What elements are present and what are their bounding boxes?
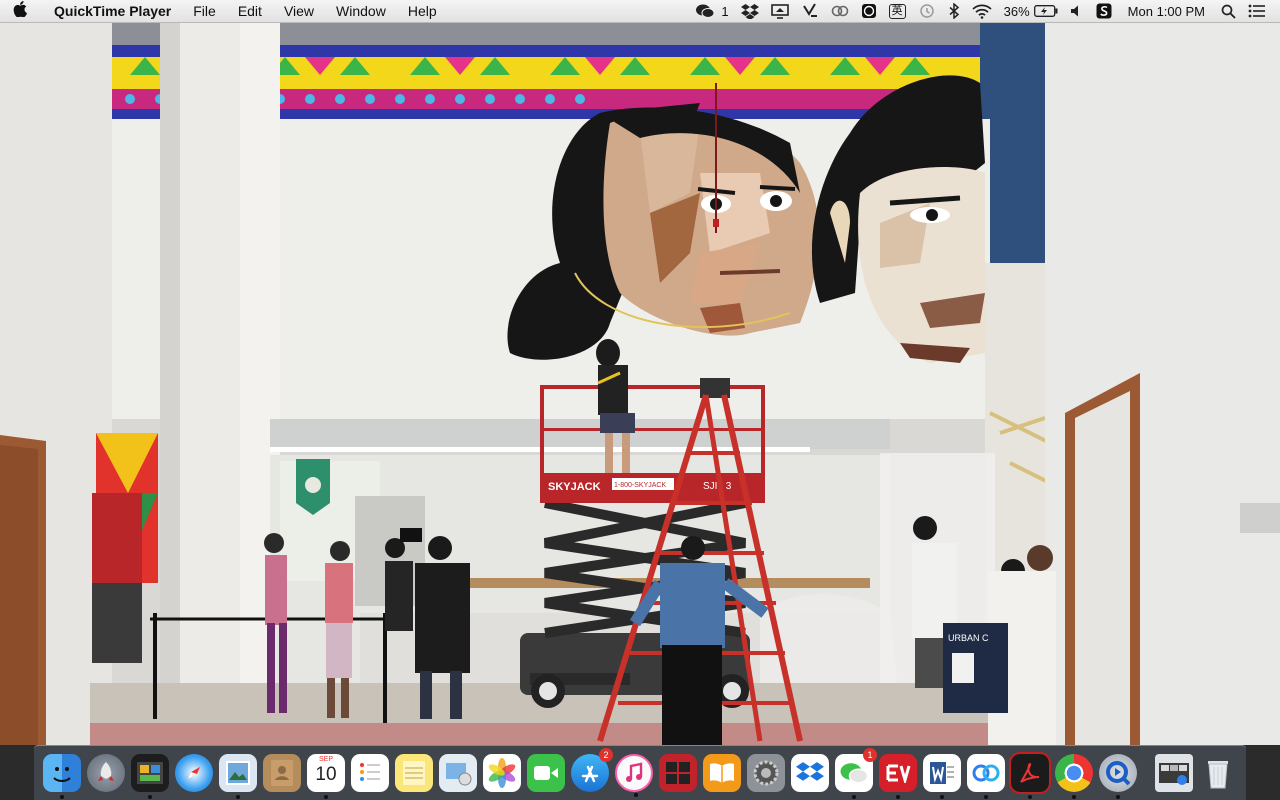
dock-expressvpn-icon[interactable] [879, 754, 917, 799]
dock-calendar-icon[interactable]: SEP 10 [307, 754, 345, 799]
calendar-day: 10 [315, 764, 337, 785]
dock-launchpad-icon[interactable] [87, 754, 125, 792]
dock-finder-icon[interactable] [43, 754, 81, 799]
wechat-running-dot [852, 795, 856, 799]
urban-sign-label: URBAN C [948, 633, 989, 643]
creative-cloud-icon[interactable] [825, 0, 855, 22]
input-method[interactable]: 英 [883, 0, 912, 22]
battery-charging-icon [1033, 5, 1058, 17]
menu-help[interactable]: Help [397, 0, 448, 22]
wechat-status-count: 1 [721, 3, 729, 19]
dock-quicktime-icon[interactable] [1099, 754, 1137, 799]
time-machine-icon[interactable] [912, 0, 942, 22]
dock-acrobat-icon[interactable] [1009, 752, 1051, 799]
lift-phone-label: 1-800-SKYJACK [614, 482, 666, 489]
calendar-month: SEP [318, 756, 333, 763]
dock-itunes-icon[interactable] [615, 754, 653, 797]
lift-brand-label: SKYJACK [548, 481, 601, 493]
dock-trash-icon[interactable] [1199, 754, 1237, 792]
dock-word-icon[interactable] [923, 754, 961, 799]
dock-dropbox-icon[interactable] [791, 754, 829, 792]
menu-window[interactable]: Window [325, 0, 397, 22]
dropbox-status-icon[interactable] [735, 0, 765, 22]
bluetooth-icon[interactable] [942, 0, 966, 22]
dock-facetime-icon[interactable] [527, 754, 565, 792]
menu-bar: QuickTime Player File Edit View Window H… [0, 0, 1280, 23]
dock: SEP 10 2 1 [34, 745, 1246, 800]
preview-running-dot [236, 795, 240, 799]
evernote-status-icon[interactable] [795, 0, 825, 22]
dock-app-store-icon[interactable]: 2 [571, 748, 613, 792]
wifi-icon[interactable] [966, 0, 998, 22]
expressvpn-running-dot [896, 795, 900, 799]
photo-app-running-dot [148, 795, 152, 799]
menu-edit[interactable]: Edit [227, 0, 273, 22]
app-menu[interactable]: QuickTime Player [40, 0, 182, 22]
dock-photos-icon[interactable] [483, 754, 521, 792]
scrivener-status-icon[interactable] [1090, 0, 1118, 22]
dock-downloads-stack-icon[interactable] [1155, 754, 1193, 792]
dock-reminders-icon[interactable] [351, 754, 389, 792]
face-status-icon[interactable] [855, 0, 883, 22]
quicktime-running-dot [1116, 795, 1120, 799]
dock-preview-icon[interactable] [219, 754, 257, 799]
urban-sign: URBAN C [943, 623, 1008, 713]
acrobat-running-dot [1028, 795, 1032, 799]
dock-image-capture-icon[interactable] [439, 754, 477, 792]
notification-center-icon[interactable] [1242, 0, 1280, 22]
menu-clock[interactable]: Mon 1:00 PM [1118, 0, 1215, 22]
video-frame[interactable]: SKYJACK 1-800-SKYJACK SJIII 3 URBAN C [0, 23, 1280, 745]
word-running-dot [940, 795, 944, 799]
dock-photo-booth-icon[interactable] [659, 754, 697, 792]
calendar-running-dot [324, 795, 328, 799]
battery-status[interactable]: 36% [998, 0, 1064, 22]
volume-icon[interactable] [1064, 0, 1090, 22]
wechat-status[interactable]: 1 [689, 0, 734, 22]
dock-wechat-icon[interactable]: 1 [835, 748, 877, 799]
wechat-badge: 1 [863, 748, 877, 762]
screen-share-icon[interactable] [765, 0, 795, 22]
battery-percent: 36% [1003, 3, 1030, 19]
chrome-running-dot [1072, 795, 1076, 799]
menu-file[interactable]: File [182, 0, 227, 22]
dock-ibooks-icon[interactable] [703, 754, 741, 792]
dock-baidu-netdisk-icon[interactable] [967, 754, 1005, 799]
spotlight-search-icon[interactable] [1215, 0, 1242, 22]
wechat-status-icon [695, 3, 715, 19]
input-method-label: 英 [888, 3, 906, 19]
menu-view[interactable]: View [273, 0, 325, 22]
baidu-netdisk-running-dot [984, 795, 988, 799]
dock-chrome-icon[interactable] [1055, 754, 1093, 799]
app-store-badge: 2 [599, 748, 613, 762]
dock-notes-icon[interactable] [395, 754, 433, 792]
dock-safari-icon[interactable] [175, 754, 213, 792]
finder-running-dot [60, 795, 64, 799]
dock-photo-app-icon[interactable] [131, 754, 169, 799]
apple-menu-icon[interactable] [0, 1, 40, 21]
dock-contacts-icon[interactable] [263, 754, 301, 792]
itunes-running-dot [634, 793, 638, 797]
dock-system-preferences-icon[interactable] [747, 754, 785, 792]
